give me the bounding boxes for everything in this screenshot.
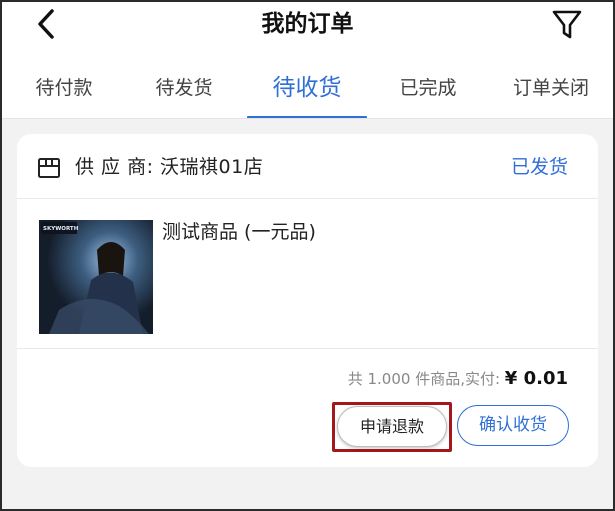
order-summary: 共 1.000 件商品,实付: ¥ 0.01 xyxy=(348,366,568,392)
tab-order-closed[interactable]: 订单关闭 xyxy=(505,60,597,118)
supplier-name: 供 应 商: 沃瑞祺01店 xyxy=(75,156,264,178)
filter-button[interactable] xyxy=(550,6,584,42)
request-refund-button[interactable]: 申请退款 xyxy=(337,406,447,447)
card-divider xyxy=(17,348,598,349)
total-price: ¥ 0.01 xyxy=(504,368,568,389)
tab-pending-shipment[interactable]: 待发货 xyxy=(142,60,226,118)
store-icon xyxy=(38,158,60,178)
product-image: SKYWORTH xyxy=(39,220,153,334)
header-divider xyxy=(0,118,615,119)
app-header: 我的订单 待付款 待发货 待收货 已完成 订单关闭 xyxy=(0,0,615,119)
product-name[interactable]: 测试商品 (一元品) xyxy=(162,218,316,246)
tab-pending-receipt[interactable]: 待收货 xyxy=(257,60,357,118)
order-tabs: 待付款 待发货 待收货 已完成 订单关闭 xyxy=(0,60,615,119)
product-thumbnail[interactable]: SKYWORTH xyxy=(39,220,153,334)
card-divider xyxy=(17,198,598,199)
page-title: 我的订单 xyxy=(261,11,354,37)
item-count-text: 共 1.000 件商品,实付: xyxy=(347,370,505,388)
confirm-receipt-button[interactable]: 确认收货 xyxy=(457,405,569,446)
tab-completed[interactable]: 已完成 xyxy=(386,60,470,118)
tab-pending-payment[interactable]: 待付款 xyxy=(22,60,106,118)
order-card[interactable]: 供 应 商: 沃瑞祺01店 已发货 SKYWORTH 测试商品 (一元品) 共 … xyxy=(17,134,598,467)
order-status-badge: 已发货 xyxy=(510,156,568,178)
filter-icon xyxy=(552,10,582,39)
thumb-brand: SKYWORTH xyxy=(43,226,79,232)
